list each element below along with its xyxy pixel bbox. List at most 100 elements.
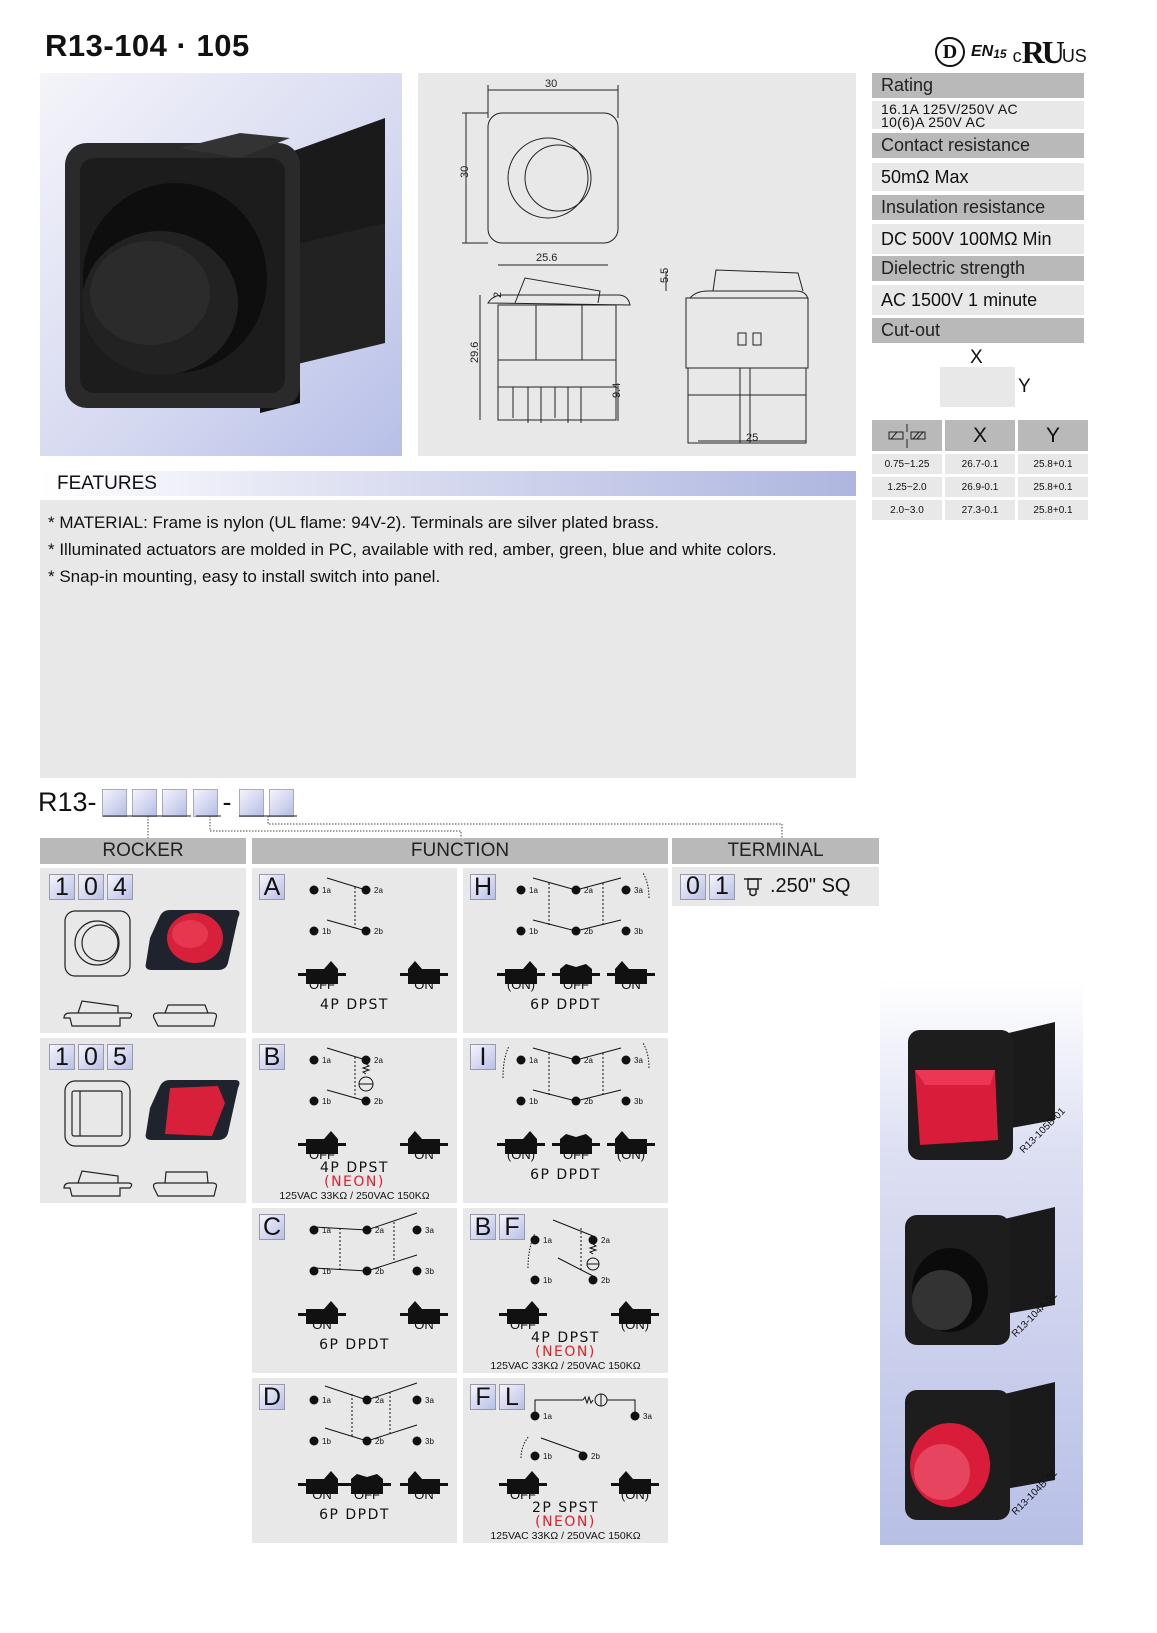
spec-label: Rating (872, 73, 1084, 98)
svg-text:3a: 3a (634, 886, 643, 895)
ul-us: US (1061, 46, 1087, 66)
table-cell: 26.7-0.1 (945, 454, 1015, 474)
svg-text:3a: 3a (643, 1412, 652, 1421)
function-option-bf[interactable]: 1a 2a 1b 2b B F OFF (ON) 4P DPST (NEON) 125VAC 33K… (463, 1208, 668, 1373)
svg-text:2a: 2a (374, 886, 383, 895)
dimension-drawing-icon: 30 30 25.6 2 29.6 9.4 5.5 25 (459, 78, 809, 444)
table-cell: 25.8+0.1 (1018, 454, 1088, 474)
svg-text:1a: 1a (543, 1236, 552, 1245)
function-option-c[interactable]: 1a 2a 3a 1b 2b 3b C ON ON 6P DPDT (252, 1208, 457, 1373)
function-option-h[interactable]: 1a 2a 3a 1b 2b 3b H (ON) OFF ON 6P DPDT (463, 868, 668, 1033)
table-cell: 1.25~2.0 (872, 477, 942, 497)
position-label: (ON) (616, 1147, 646, 1162)
svg-text:2b: 2b (374, 927, 383, 936)
rocker-option-104[interactable]: 1 0 4 (40, 868, 246, 1033)
spec-label: Dielectric strength (872, 256, 1084, 281)
code-digit: 1 (709, 872, 735, 900)
part-number-template: R13- - (38, 787, 294, 818)
code-letter: F (499, 1213, 525, 1241)
function-option-fl[interactable]: 1a 3a 1b 2b F L OFF (ON) 2P SPST (NEON) 125VAC 33K… (463, 1378, 668, 1543)
svg-text:1a: 1a (543, 1412, 552, 1421)
svg-text:1b: 1b (322, 1097, 331, 1106)
dim-top-height: 30 (459, 166, 471, 178)
part-dash: - (222, 787, 232, 817)
svg-text:2a: 2a (375, 1396, 384, 1405)
position-label: ON (312, 1317, 332, 1332)
cutout-table: X Y 0.75~1.25 26.7-0.1 25.8+0.1 1.25~2.0… (872, 420, 1088, 520)
function-name: 6P DPDT (530, 1167, 601, 1183)
svg-text:1a: 1a (322, 1396, 331, 1405)
cutout-diagram (940, 367, 1015, 407)
function-code: C (259, 1213, 288, 1241)
function-option-a[interactable]: 1a 2a 1b 2b A OFF ON 4P DPST (252, 868, 457, 1033)
terminal-option-01[interactable]: 0 1 .250" SQ (672, 867, 879, 906)
spec-contact-header: Contact resistance (872, 133, 1084, 158)
terminal-column-header: TERMINAL (672, 838, 879, 864)
spec-label: Insulation resistance (872, 195, 1084, 220)
code-box (101, 788, 127, 817)
page-title: R13-104 · 105 (45, 28, 250, 63)
position-label: OFF (309, 977, 335, 992)
enec-mark-icon: EN 15 (971, 43, 1007, 61)
position-label: (ON) (506, 1147, 536, 1162)
function-code: B (259, 1043, 288, 1071)
neon-label: (NEON) (535, 1344, 596, 1360)
quick-connect-terminal-icon (744, 877, 762, 896)
position-label: OFF (563, 977, 589, 992)
svg-text:2b: 2b (601, 1276, 610, 1285)
function-code: I (470, 1043, 499, 1071)
technical-drawing: 30 30 25.6 2 29.6 9.4 5.5 25 (418, 73, 856, 456)
enec-text: EN (971, 43, 994, 60)
svg-text:2a: 2a (601, 1236, 610, 1245)
rocker-column-header: ROCKER (40, 838, 246, 864)
svg-text:1b: 1b (322, 927, 331, 936)
product-photos-panel: R13-105B-01 R13-104A-01 R13-104B-01 (880, 980, 1083, 1545)
code-letter: L (499, 1383, 525, 1411)
svg-text:3a: 3a (425, 1226, 434, 1235)
spec-cutout-header: Cut-out (872, 318, 1084, 343)
code-letter: D (259, 1383, 285, 1411)
code-letter: C (259, 1213, 285, 1241)
function-option-i[interactable]: 1a 2a 3a 1b 2b 3b I (ON) OFF (ON) 6P DPDT (463, 1038, 668, 1203)
svg-text:1a: 1a (322, 1056, 331, 1065)
dim-top-width: 30 (545, 78, 557, 90)
voltage-spec: 125VAC 33KΩ / 250VAC 150KΩ (490, 1360, 641, 1372)
position-label: ON (312, 1487, 332, 1502)
svg-text:25: 25 (746, 432, 758, 444)
product-photo (40, 73, 402, 456)
code-box (268, 788, 294, 817)
table-cell: 27.3-0.1 (945, 500, 1015, 520)
function-code: A (259, 873, 288, 901)
spec-label: Contact resistance (872, 133, 1084, 158)
function-name: 6P DPDT (319, 1337, 390, 1353)
table-header-y: Y (1018, 420, 1088, 451)
voltage-spec: 125VAC 33KΩ / 250VAC 150KΩ (490, 1530, 641, 1542)
function-name: 6P DPDT (530, 997, 601, 1013)
cul-us-mark-icon: c RU US (1013, 34, 1087, 70)
function-code: D (259, 1383, 288, 1411)
ul-mark: RU (1021, 34, 1065, 70)
square-rocker-icon (63, 1080, 240, 1197)
position-label: ON (414, 1317, 434, 1332)
svg-text:3a: 3a (425, 1396, 434, 1405)
neon-label: (NEON) (324, 1174, 385, 1190)
svg-text:1a: 1a (529, 1056, 538, 1065)
feature-item: * MATERIAL: Frame is nylon (UL flame: 94… (48, 513, 659, 532)
position-label: ON (621, 977, 641, 992)
cutout-x-label: X (970, 347, 983, 368)
svg-text:3b: 3b (425, 1437, 434, 1446)
spec-dielectric-header: Dielectric strength (872, 256, 1084, 281)
function-option-d[interactable]: 1a 2a 3a 1b 2b 3b D ON OFF ON 6P DPDT (252, 1378, 457, 1543)
svg-text:1b: 1b (543, 1276, 552, 1285)
table-cell: 25.8+0.1 (1018, 477, 1088, 497)
rocker-option-105[interactable]: 1 0 5 (40, 1038, 246, 1203)
svg-text:2b: 2b (374, 1097, 383, 1106)
function-code: FL (470, 1383, 528, 1411)
svg-text:29.6: 29.6 (469, 342, 481, 363)
panel-thickness-icon (872, 420, 942, 451)
table-header-x: X (945, 420, 1015, 451)
function-option-b[interactable]: 1a 2a 1b 2b B OFF ON 4P DPST (NEON) 125VAC 33KΩ /… (252, 1038, 457, 1203)
position-label: ON (414, 977, 434, 992)
switch-photo-icon (65, 118, 385, 413)
code-letter: I (470, 1043, 496, 1071)
